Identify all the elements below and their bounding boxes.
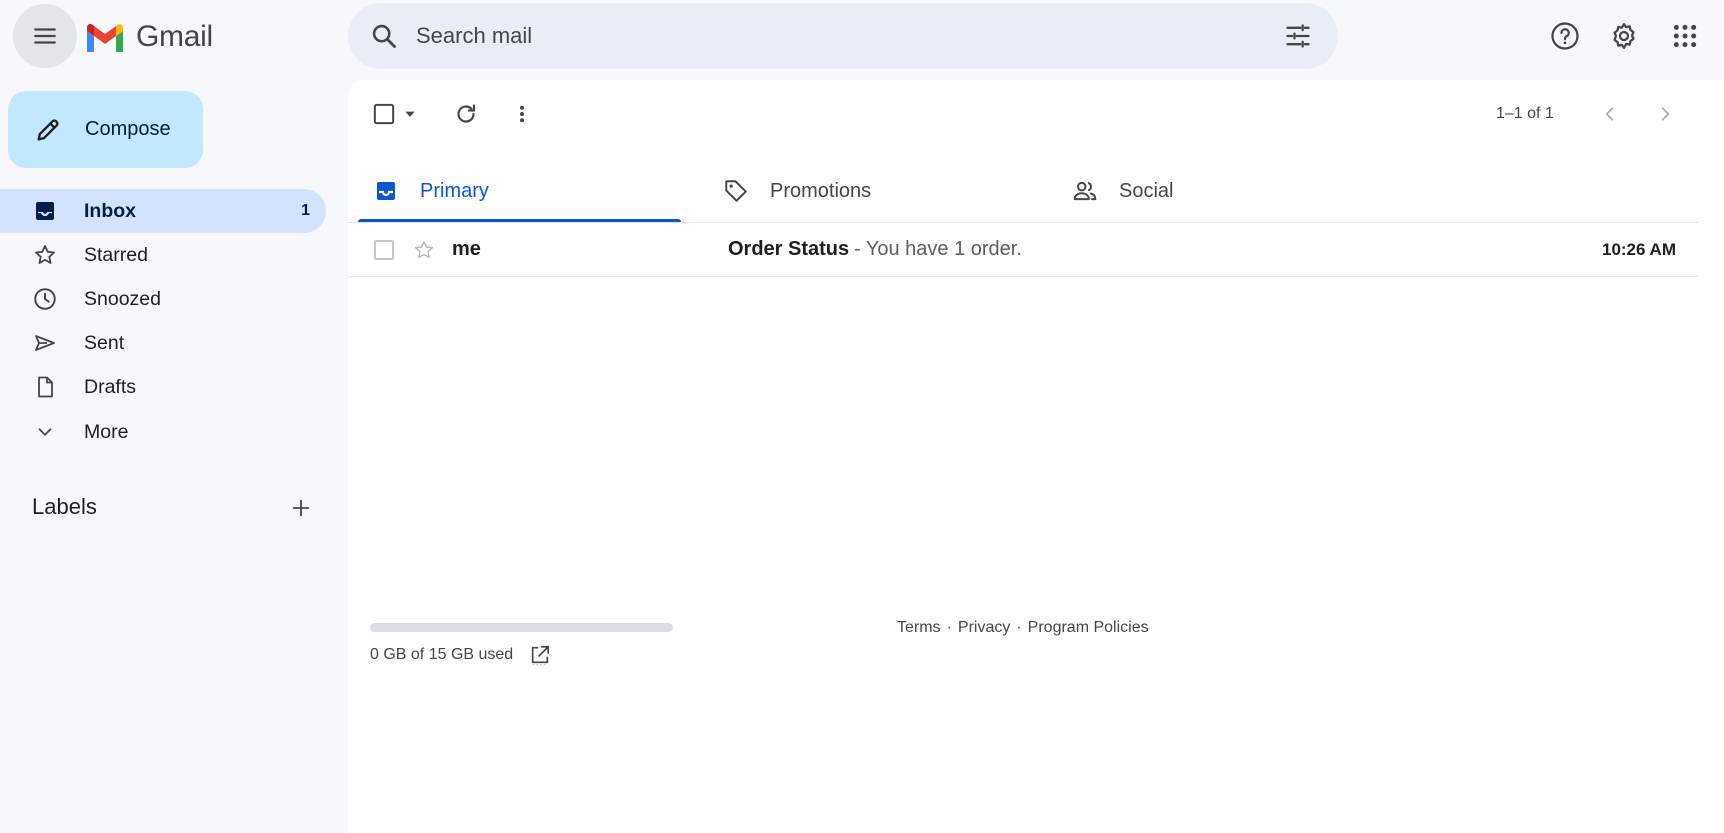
search-icon[interactable] (364, 16, 404, 56)
tab-label: Social (1119, 179, 1174, 202)
footer-links: Terms · Privacy · Program Policies (897, 619, 1149, 637)
chevron-down-icon (30, 417, 60, 447)
footer-separator: · (1016, 619, 1022, 636)
star-icon (30, 240, 60, 270)
unread-count-badge: 1 (301, 202, 310, 219)
pagination-label: 1–1 of 1 (1496, 105, 1554, 122)
pencil-icon (31, 113, 65, 147)
tab-primary[interactable]: Primary (372, 155, 489, 227)
main-menu-button[interactable] (13, 4, 77, 68)
footer-separator: · (946, 619, 952, 636)
sidebar-item-label: Drafts (84, 375, 137, 398)
email-sender: me (452, 238, 481, 260)
sidebar-item-inbox[interactable]: Inbox 1 (0, 189, 326, 233)
draft-icon (30, 372, 60, 402)
app-name: Gmail (136, 20, 213, 53)
plus-icon (292, 499, 310, 517)
gmail-m-icon (87, 23, 123, 52)
tab-label: Promotions (770, 179, 872, 202)
clock-icon (30, 284, 60, 314)
storage-usage-text: 0 GB of 15 GB used (370, 646, 514, 663)
star-toggle-icon[interactable] (411, 237, 437, 263)
email-row[interactable]: me Order Status - You have 1 order. 10:2… (348, 223, 1698, 277)
sidebar-item-drafts[interactable]: Drafts (0, 365, 326, 409)
inbox-icon (30, 196, 60, 226)
tab-promotions[interactable]: Promotions (722, 155, 871, 227)
email-time: 10:26 AM (1601, 240, 1676, 259)
sidebar-item-label: Sent (84, 331, 125, 354)
sidebar-item-sent[interactable]: Sent (0, 321, 326, 365)
compose-label: Compose (85, 118, 171, 140)
sidebar-item-starred[interactable]: Starred (0, 233, 326, 277)
refresh-icon[interactable] (452, 100, 480, 128)
select-all-checkbox[interactable] (372, 102, 396, 126)
privacy-link[interactable]: Privacy (958, 619, 1010, 637)
select-dropdown-arrow-icon[interactable] (400, 104, 420, 124)
sidebar-item-more[interactable]: More (0, 410, 326, 454)
newer-chevron-right-icon[interactable] (1651, 100, 1679, 128)
sidebar-item-snoozed[interactable]: Snoozed (0, 277, 326, 321)
tab-label: Primary (420, 179, 489, 202)
email-select-checkbox[interactable] (374, 240, 394, 260)
search-bar (348, 3, 1338, 69)
people-icon (1071, 177, 1099, 205)
sidebar-item-label: More (84, 420, 129, 443)
add-label-button[interactable] (285, 492, 317, 524)
tag-icon (722, 177, 750, 205)
inbox-icon (372, 177, 400, 205)
help-icon[interactable] (1545, 16, 1585, 56)
gmail-logo[interactable]: Gmail (84, 20, 213, 54)
program-policies-link[interactable]: Program Policies (1028, 619, 1149, 637)
compose-button[interactable]: Compose (8, 91, 203, 168)
sidebar-item-label: Starred (84, 243, 148, 266)
apps-grid-icon[interactable] (1665, 16, 1705, 56)
search-options-icon[interactable] (1278, 16, 1318, 56)
more-vert-icon[interactable] (508, 100, 536, 128)
tab-social[interactable]: Social (1071, 155, 1173, 227)
terms-link[interactable]: Terms (897, 619, 941, 637)
email-snippet: - You have 1 order. (854, 238, 1022, 260)
search-input[interactable] (416, 23, 1278, 49)
email-subject: Order Status (728, 238, 850, 260)
sidebar-item-label: Snoozed (84, 287, 161, 310)
settings-gear-icon[interactable] (1604, 16, 1644, 56)
hamburger-icon (34, 28, 56, 44)
sidebar-item-label: Inbox (84, 199, 136, 222)
mail-list-panel: 1–1 of 1 Primary Promotions Social me Or… (348, 80, 1724, 833)
send-icon (30, 328, 60, 358)
storage-usage-bar (370, 623, 673, 632)
manage-storage-open-icon[interactable] (527, 642, 553, 668)
labels-heading: Labels (32, 494, 97, 519)
older-chevron-left-icon[interactable] (1596, 100, 1624, 128)
